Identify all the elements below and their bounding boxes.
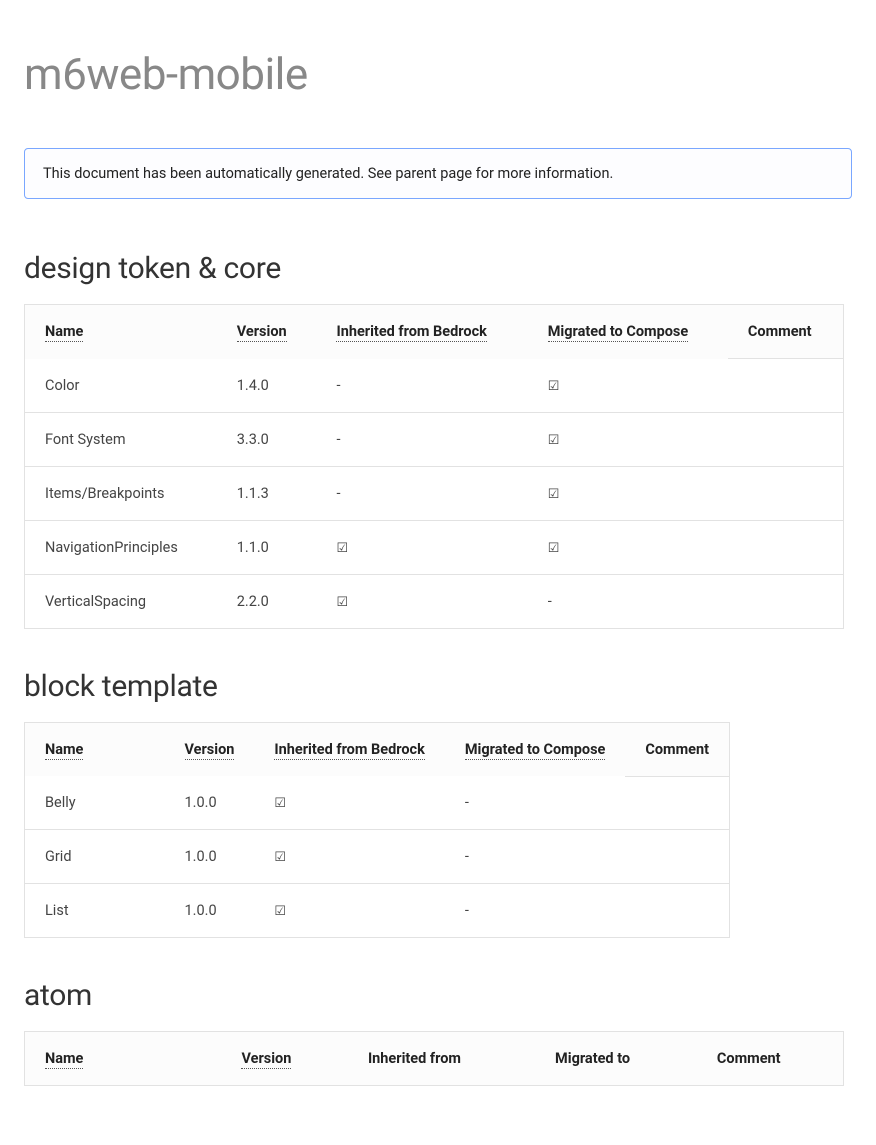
table-row: Color1.4.0- ☑ (25, 359, 844, 413)
column-header-label: Version (241, 1050, 291, 1069)
check-icon: ☑ (274, 905, 286, 918)
cell-migrated: ☑ (528, 359, 728, 413)
components-table: Name Version Inherited from Migrated to Comm… (24, 1031, 844, 1086)
check-icon: ☑ (548, 488, 560, 501)
page-title: m6web-mobile (24, 48, 852, 100)
cell-inherited: ☑ (254, 884, 444, 938)
cell-comment (625, 830, 729, 884)
column-header-label: Version (185, 741, 235, 760)
column-header-migrated_wrap: Migrated to (535, 1032, 697, 1086)
cell-name: List (25, 884, 165, 938)
column-header-label: Migrated to (555, 1050, 630, 1067)
column-header-inherited[interactable]: Inherited from Bedrock (316, 305, 527, 359)
column-header-version[interactable]: Version (165, 722, 255, 776)
column-header-label: Name (45, 323, 83, 342)
column-header-comment: Comment (625, 722, 729, 776)
cell-version: 1.1.3 (217, 466, 317, 520)
cell-comment (728, 520, 844, 574)
cell-version: 1.0.0 (165, 830, 255, 884)
cell-name: Items/Breakpoints (25, 466, 217, 520)
check-icon: ☑ (336, 542, 348, 555)
table-row: Items/Breakpoints1.1.3- ☑ (25, 466, 844, 520)
table-row: Font System3.3.0- ☑ (25, 412, 844, 466)
check-icon: ☑ (274, 851, 286, 864)
cell-inherited: ☑ (316, 574, 527, 628)
cell-comment (728, 359, 844, 413)
table-row: Grid1.0.0 ☑ - (25, 830, 730, 884)
cell-migrated: - (528, 574, 728, 628)
section-heading: design token & core (24, 251, 852, 286)
cell-name: VerticalSpacing (25, 574, 217, 628)
cell-name: Color (25, 359, 217, 413)
section-heading: block template (24, 669, 852, 704)
column-header-migrated[interactable]: Migrated to Compose (528, 305, 728, 359)
cell-comment (625, 884, 729, 938)
cell-inherited: - (316, 412, 527, 466)
column-header-name[interactable]: Name (25, 1032, 222, 1086)
cell-name: Grid (25, 830, 165, 884)
cell-comment (728, 466, 844, 520)
cell-migrated: - (445, 884, 626, 938)
cell-migrated: ☑ (528, 466, 728, 520)
cell-inherited: - (316, 359, 527, 413)
column-header-label: Migrated to Compose (465, 741, 606, 760)
table-row: VerticalSpacing2.2.0 ☑ - (25, 574, 844, 628)
column-header-label: Name (45, 741, 83, 760)
cell-name: NavigationPrinciples (25, 520, 217, 574)
column-header-label: Comment (717, 1050, 781, 1067)
cell-version: 1.0.0 (165, 776, 255, 830)
column-header-migrated[interactable]: Migrated to Compose (445, 722, 626, 776)
cell-version: 1.1.0 (217, 520, 317, 574)
column-header-version[interactable]: Version (217, 305, 317, 359)
table-row: List1.0.0 ☑ - (25, 884, 730, 938)
cell-comment (728, 412, 844, 466)
column-header-version[interactable]: Version (221, 1032, 347, 1086)
cell-migrated: - (445, 776, 626, 830)
cell-inherited: ☑ (316, 520, 527, 574)
check-icon: ☑ (548, 380, 560, 393)
column-header-label: Inherited from Bedrock (274, 741, 424, 760)
cell-version: 1.0.0 (165, 884, 255, 938)
components-table: Name Version Inherited from Bedrock Migrate… (24, 722, 730, 939)
column-header-inherited[interactable]: Inherited from Bedrock (254, 722, 444, 776)
cell-version: 3.3.0 (217, 412, 317, 466)
check-icon: ☑ (548, 434, 560, 447)
cell-version: 1.4.0 (217, 359, 317, 413)
column-header-label: Comment (645, 741, 709, 758)
check-icon: ☑ (274, 797, 286, 810)
column-header-comment: Comment (728, 305, 844, 359)
column-header-label: Inherited from Bedrock (336, 323, 486, 342)
cell-migrated: ☑ (528, 412, 728, 466)
cell-inherited: ☑ (254, 776, 444, 830)
table-row: NavigationPrinciples1.1.0 ☑ ☑ (25, 520, 844, 574)
column-header-inherited_wrap: Inherited from (348, 1032, 535, 1086)
column-header-label: Version (237, 323, 287, 342)
cell-inherited: - (316, 466, 527, 520)
cell-migrated: ☑ (528, 520, 728, 574)
column-header-label: Migrated to Compose (548, 323, 689, 342)
cell-migrated: - (445, 830, 626, 884)
cell-version: 2.2.0 (217, 574, 317, 628)
column-header-label: Comment (748, 323, 812, 340)
cell-inherited: ☑ (254, 830, 444, 884)
column-header-label: Inherited from (368, 1050, 461, 1067)
column-header-comment: Comment (697, 1032, 844, 1086)
info-banner: This document has been automatically gen… (24, 148, 852, 199)
cell-comment (728, 574, 844, 628)
check-icon: ☑ (336, 596, 348, 609)
column-header-name[interactable]: Name (25, 722, 165, 776)
cell-name: Font System (25, 412, 217, 466)
section-heading: atom (24, 978, 852, 1013)
cell-name: Belly (25, 776, 165, 830)
cell-comment (625, 776, 729, 830)
components-table: Name Version Inherited from Bedrock Migrate… (24, 304, 844, 629)
column-header-name[interactable]: Name (25, 305, 217, 359)
check-icon: ☑ (548, 542, 560, 555)
column-header-label: Name (45, 1050, 83, 1069)
table-row: Belly1.0.0 ☑ - (25, 776, 730, 830)
